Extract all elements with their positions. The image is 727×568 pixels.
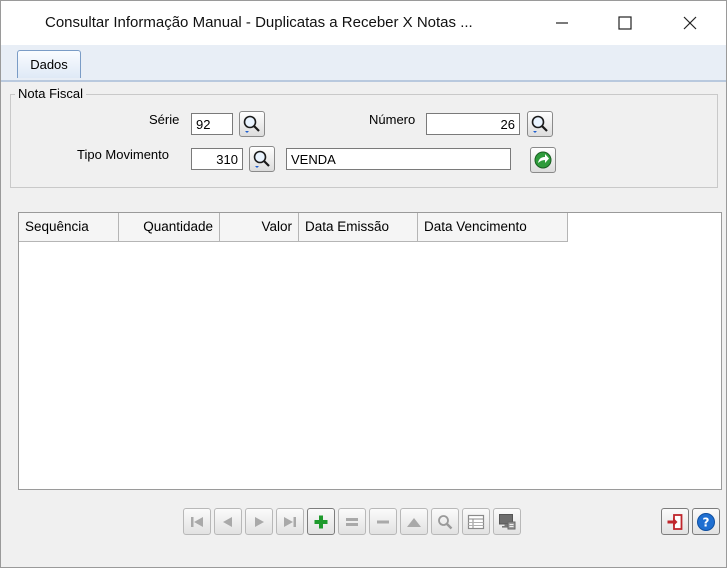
confirm-button[interactable] bbox=[530, 147, 556, 173]
magnifier-icon bbox=[243, 115, 260, 133]
nota-fiscal-group bbox=[10, 94, 718, 188]
column-quantidade[interactable]: Quantidade bbox=[119, 213, 220, 242]
edit-button[interactable] bbox=[338, 508, 366, 535]
tab-strip: Dados bbox=[1, 45, 726, 81]
tipo-movimento-search-button[interactable] bbox=[249, 146, 275, 172]
form-view-icon bbox=[467, 514, 485, 529]
search-button[interactable] bbox=[431, 508, 459, 535]
edit-icon bbox=[346, 517, 358, 526]
serie-input[interactable] bbox=[191, 113, 233, 135]
tipo-movimento-desc-input[interactable] bbox=[286, 148, 511, 170]
data-grid[interactable]: Sequência Quantidade Valor Data Emissão … bbox=[18, 212, 722, 490]
svg-text:?: ? bbox=[703, 515, 710, 529]
window-title: Consultar Informação Manual - Duplicatas… bbox=[45, 14, 473, 31]
numero-search-button[interactable] bbox=[527, 111, 553, 137]
up-button[interactable] bbox=[400, 508, 428, 535]
tipo-movimento-label: Tipo Movimento bbox=[77, 147, 169, 162]
maximize-icon bbox=[618, 16, 632, 30]
title-bar: Consultar Informação Manual - Duplicatas… bbox=[1, 1, 726, 45]
maximize-button[interactable] bbox=[602, 1, 648, 45]
serie-search-button[interactable] bbox=[239, 111, 265, 137]
numero-input[interactable] bbox=[426, 113, 520, 135]
tab-dados[interactable]: Dados bbox=[17, 50, 81, 78]
serie-label: Série bbox=[149, 112, 180, 127]
monitor-icon bbox=[499, 513, 516, 529]
previous-record-button[interactable] bbox=[214, 508, 242, 535]
next-record-button[interactable] bbox=[245, 508, 273, 535]
navigation-toolbar bbox=[183, 508, 521, 536]
tipo-movimento-code-input[interactable] bbox=[191, 148, 243, 170]
monitor-button[interactable] bbox=[493, 508, 521, 535]
help-button[interactable]: ? bbox=[692, 508, 720, 535]
column-data-vencimento[interactable]: Data Vencimento bbox=[418, 213, 568, 242]
last-record-button[interactable] bbox=[276, 508, 304, 535]
green-arrow-icon bbox=[534, 151, 552, 169]
form-view-button[interactable] bbox=[462, 508, 490, 535]
minimize-button[interactable] bbox=[539, 1, 585, 45]
minimize-icon bbox=[556, 22, 568, 24]
magnifier-icon bbox=[253, 150, 270, 168]
add-icon bbox=[314, 515, 328, 528]
delete-icon bbox=[377, 520, 389, 523]
add-button[interactable] bbox=[307, 508, 335, 535]
close-icon bbox=[683, 16, 697, 30]
dialog-window: Consultar Informação Manual - Duplicatas… bbox=[0, 0, 727, 568]
first-icon bbox=[191, 516, 203, 527]
column-valor[interactable]: Valor bbox=[220, 213, 299, 242]
column-data-emissao[interactable]: Data Emissão bbox=[299, 213, 418, 242]
delete-button[interactable] bbox=[369, 508, 397, 535]
nota-fiscal-group-label: Nota Fiscal bbox=[15, 86, 87, 101]
column-sequencia[interactable]: Sequência bbox=[19, 213, 119, 242]
exit-button[interactable] bbox=[661, 508, 689, 535]
search-icon bbox=[438, 514, 453, 529]
help-icon: ? bbox=[697, 512, 715, 531]
close-button[interactable] bbox=[667, 1, 713, 45]
up-icon bbox=[407, 517, 421, 527]
numero-label: Número bbox=[369, 112, 416, 127]
first-record-button[interactable] bbox=[183, 508, 211, 535]
grid-header: Sequência Quantidade Valor Data Emissão … bbox=[19, 213, 568, 242]
magnifier-icon bbox=[531, 115, 548, 133]
next-icon bbox=[255, 516, 264, 527]
last-icon bbox=[284, 516, 296, 527]
previous-icon bbox=[223, 516, 232, 527]
tab-divider bbox=[1, 80, 726, 82]
exit-door-icon bbox=[667, 513, 683, 530]
